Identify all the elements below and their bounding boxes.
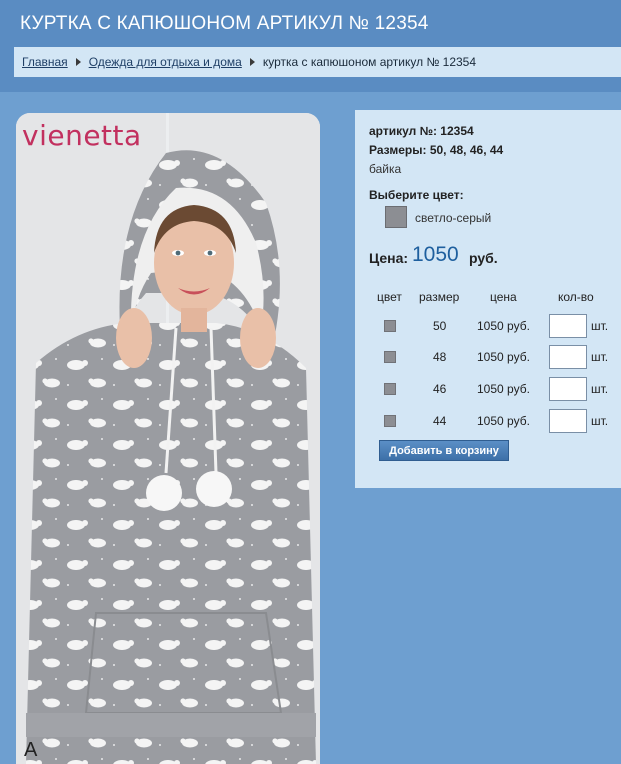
quantity-input[interactable] <box>549 377 587 401</box>
article-line: артикул №: 12354 <box>369 124 474 138</box>
quantity-input[interactable] <box>549 409 587 433</box>
choose-color-label: Выберите цвет: <box>369 188 464 202</box>
breadcrumb-current: куртка с капюшоном артикул № 12354 <box>262 55 477 69</box>
variant-row: 46 1050 руб. шт. <box>355 377 621 401</box>
row-color-swatch <box>384 415 396 427</box>
breadcrumb-arrow-icon <box>249 58 255 66</box>
row-unit: шт. <box>591 350 609 364</box>
row-price: 1050 руб. <box>477 382 530 396</box>
add-to-cart-button[interactable]: Добавить в корзину <box>379 440 509 461</box>
variant-row: 44 1050 руб. шт. <box>355 409 621 433</box>
quantity-input[interactable] <box>549 345 587 369</box>
article-label: артикул №: <box>369 124 437 138</box>
row-unit: шт. <box>591 414 609 428</box>
variants-table-header: цвет размер цена кол-во <box>355 290 621 314</box>
breadcrumb: Главная Одежда для отдыха и дома куртка … <box>14 47 621 77</box>
row-price: 1050 руб. <box>477 319 530 333</box>
row-size: 46 <box>433 382 447 396</box>
column-header-quantity: кол-во <box>558 290 594 304</box>
quantity-input[interactable] <box>549 314 587 338</box>
column-header-color: цвет <box>377 290 402 304</box>
price-value: 1050 <box>412 243 459 266</box>
row-color-swatch <box>384 320 396 332</box>
variant-row: 48 1050 руб. шт. <box>355 345 621 369</box>
color-name: светло-серый <box>415 211 492 225</box>
page-title: КУРТКА С КАПЮШОНОМ АРТИКУЛ № 12354 <box>20 13 429 34</box>
price-label: Цена: <box>369 250 409 266</box>
row-unit: шт. <box>591 382 609 396</box>
column-header-price: цена <box>490 290 517 304</box>
row-unit: шт. <box>591 319 609 333</box>
breadcrumb-category-link[interactable]: Одежда для отдыха и дома <box>89 55 242 69</box>
row-size: 50 <box>433 319 447 333</box>
row-size: 44 <box>433 414 447 428</box>
sizes-label: Размеры: <box>369 143 427 157</box>
row-price: 1050 руб. <box>477 414 530 428</box>
brand-logo: vienetta <box>22 119 142 152</box>
color-swatch[interactable] <box>385 206 407 228</box>
article-value: 12354 <box>440 124 474 138</box>
product-image[interactable]: vienetta A <box>16 113 320 764</box>
column-header-size: размер <box>419 290 460 304</box>
product-photo-illustration <box>16 113 320 764</box>
row-price: 1050 руб. <box>477 350 530 364</box>
sizes-line: Размеры: 50, 48, 46, 44 <box>369 143 503 157</box>
variant-row: 50 1050 руб. шт. <box>355 314 621 338</box>
breadcrumb-home-link[interactable]: Главная <box>22 55 68 69</box>
sizes-value: 50, 48, 46, 44 <box>429 143 504 157</box>
row-size: 48 <box>433 350 447 364</box>
page-header: КУРТКА С КАПЮШОНОМ АРТИКУЛ № 12354 Главн… <box>0 0 621 92</box>
product-info-panel: артикул №: 12354 Размеры: 50, 48, 46, 44… <box>355 110 621 488</box>
row-color-swatch <box>384 351 396 363</box>
image-corner-letter: A <box>24 739 38 761</box>
price-currency: руб. <box>469 250 498 266</box>
row-color-swatch <box>384 383 396 395</box>
material-text: байка <box>369 162 402 176</box>
breadcrumb-arrow-icon <box>75 58 81 66</box>
